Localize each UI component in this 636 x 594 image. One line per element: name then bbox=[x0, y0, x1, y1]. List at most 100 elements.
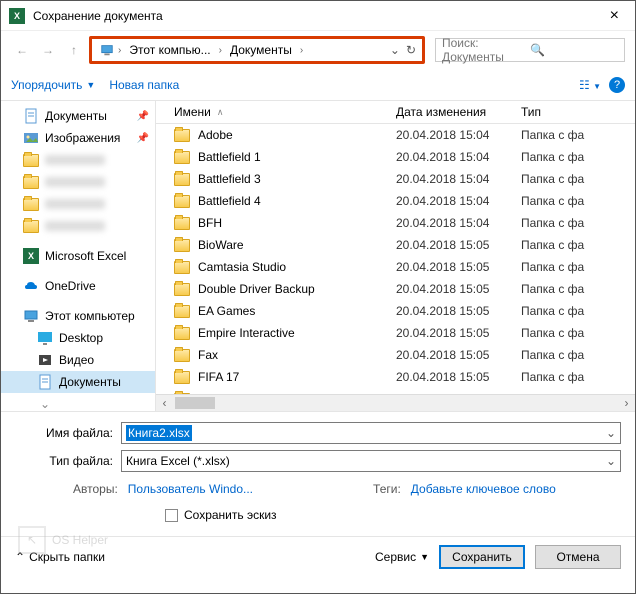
pc-icon bbox=[23, 308, 39, 324]
file-name: BioWare bbox=[198, 238, 244, 252]
scroll-left-icon: ‹ bbox=[156, 395, 173, 411]
chevron-right-icon[interactable]: › bbox=[116, 45, 123, 56]
file-rows[interactable]: Adobe20.04.2018 15:04Папка с фаBattlefie… bbox=[156, 124, 635, 394]
save-button[interactable]: Сохранить bbox=[439, 545, 525, 569]
forward-icon[interactable]: → bbox=[37, 39, 59, 61]
refresh-icon[interactable]: ↻ bbox=[406, 43, 416, 57]
sidebar-item[interactable]: Изображения📌 bbox=[1, 127, 155, 149]
sidebar-item[interactable]: Видео bbox=[1, 349, 155, 371]
sidebar-item[interactable]: OneDrive bbox=[1, 275, 155, 297]
table-row[interactable]: FIFA 1720.04.2018 15:05Папка с фа bbox=[156, 366, 635, 388]
tags-label: Теги: bbox=[373, 482, 401, 496]
file-name: Battlefield 4 bbox=[198, 194, 261, 208]
file-date: 20.04.2018 15:04 bbox=[396, 172, 521, 186]
file-list: Имени∧ Дата изменения Тип Adobe 20.04.201… bbox=[156, 101, 635, 411]
breadcrumb-item[interactable]: Документы bbox=[226, 41, 296, 59]
save-thumbnail-checkbox[interactable] bbox=[165, 509, 178, 522]
sidebar-item[interactable] bbox=[1, 215, 155, 237]
folder-icon bbox=[23, 196, 39, 212]
sidebar-item[interactable] bbox=[1, 149, 155, 171]
table-row[interactable]: Battlefield 420.04.2018 15:04Папка с фа bbox=[156, 190, 635, 212]
chevron-down-icon: ▼ bbox=[420, 552, 429, 562]
tools-button[interactable]: Сервис ▼ bbox=[375, 550, 429, 564]
breadcrumb[interactable]: › Этот компью... › Документы › bbox=[96, 41, 390, 59]
file-name: Adobe bbox=[198, 128, 233, 142]
filename-label: Имя файла: bbox=[15, 426, 121, 440]
column-type[interactable]: Тип bbox=[521, 105, 635, 119]
chevron-right-icon[interactable]: › bbox=[298, 45, 305, 56]
table-row[interactable]: Double Driver Backup20.04.2018 15:05Папк… bbox=[156, 278, 635, 300]
chevron-down-icon: ▼ bbox=[86, 80, 95, 90]
search-input[interactable]: Поиск: Документы 🔍 bbox=[435, 38, 625, 62]
new-folder-button[interactable]: Новая папка bbox=[109, 78, 179, 92]
sidebar-item-label: Desktop bbox=[59, 331, 103, 345]
column-name: Имени∧ bbox=[156, 105, 396, 119]
organize-button[interactable]: Упорядочить▼ bbox=[11, 78, 95, 92]
bottom-bar: ⌃Скрыть папки Сервис ▼ Сохранить Отмена bbox=[1, 536, 635, 577]
file-type: Папка с фа bbox=[521, 194, 635, 208]
file-name: EA Games bbox=[198, 304, 255, 318]
sidebar-item[interactable]: XMicrosoft Excel bbox=[1, 245, 155, 267]
filetype-select[interactable]: Книга Excel (*.xlsx)⌄ bbox=[121, 450, 621, 472]
table-row[interactable]: Adobe20.04.2018 15:04Папка с фа bbox=[156, 124, 635, 146]
toolbar: Упорядочить▼ Новая папка ☷ ▼ ? bbox=[1, 69, 635, 101]
sidebar-item-label bbox=[45, 155, 105, 165]
sidebar-item-label: Видео bbox=[59, 353, 94, 367]
folder-icon bbox=[174, 173, 190, 186]
file-type: Папка с фа bbox=[521, 348, 635, 362]
column-headers[interactable]: Имени∧ Дата изменения Тип bbox=[156, 101, 635, 124]
view-mode-icon[interactable]: ☷ ▼ bbox=[579, 78, 601, 92]
dropdown-icon[interactable]: ⌄ bbox=[390, 43, 400, 57]
sidebar-item-label bbox=[45, 199, 105, 209]
file-date: 20.04.2018 15:04 bbox=[396, 128, 521, 142]
folder-icon bbox=[174, 195, 190, 208]
sidebar-item[interactable]: Этот компьютер bbox=[1, 305, 155, 327]
table-row[interactable]: Empire Interactive20.04.2018 15:05Папка … bbox=[156, 322, 635, 344]
table-row[interactable]: BFH20.04.2018 15:04Папка с фа bbox=[156, 212, 635, 234]
filename-input[interactable]: Книга2.xlsx⌄ bbox=[121, 422, 621, 444]
folder-icon bbox=[174, 217, 190, 230]
cancel-button[interactable]: Отмена bbox=[535, 545, 621, 569]
file-date: 20.04.2018 15:05 bbox=[396, 304, 521, 318]
save-thumbnail-label: Сохранить эскиз bbox=[184, 508, 277, 522]
column-date[interactable]: Дата изменения bbox=[396, 105, 521, 119]
file-type: Папка с фа bbox=[521, 304, 635, 318]
chevron-down-icon[interactable]: ⌄ bbox=[606, 454, 616, 468]
scroll-thumb bbox=[175, 397, 215, 409]
help-icon[interactable]: ? bbox=[609, 77, 625, 93]
table-row[interactable]: BioWare 20.04.2018 15:05Папка с фа bbox=[156, 234, 635, 256]
file-date: 20.04.2018 15:05 bbox=[396, 348, 521, 362]
table-row[interactable]: Battlefield 120.04.2018 15:04Папка с фа bbox=[156, 146, 635, 168]
pin-icon: 📌 bbox=[137, 133, 149, 144]
breadcrumb-highlight: › Этот компью... › Документы › ⌄ ↻ bbox=[89, 36, 425, 64]
sidebar-item[interactable]: Desktop bbox=[1, 327, 155, 349]
authors-value[interactable]: Пользователь Windo... bbox=[128, 482, 253, 496]
horizontal-scrollbar[interactable]: ‹ › bbox=[156, 394, 635, 411]
file-type: Папка с фа bbox=[521, 238, 635, 252]
sidebar-item[interactable] bbox=[1, 171, 155, 193]
chevron-down-icon[interactable]: ⌄ bbox=[606, 426, 616, 440]
hide-folders-button[interactable]: ⌃Скрыть папки bbox=[15, 550, 105, 564]
table-row[interactable]: Battlefield 320.04.2018 15:04Папка с фа bbox=[156, 168, 635, 190]
sidebar-item[interactable] bbox=[1, 193, 155, 215]
up-icon[interactable]: ↑ bbox=[63, 39, 85, 61]
table-row[interactable]: Camtasia Studio20.04.2018 15:05Папка с ф… bbox=[156, 256, 635, 278]
file-name: Camtasia Studio bbox=[198, 260, 286, 274]
sidebar-item[interactable]: Документы📌 bbox=[1, 105, 155, 127]
sidebar-item[interactable]: Документы bbox=[1, 371, 155, 393]
back-icon[interactable]: ← bbox=[11, 39, 33, 61]
file-date: 20.04.2018 15:05 bbox=[396, 238, 521, 252]
chevron-right-icon[interactable]: › bbox=[217, 45, 224, 56]
table-row[interactable]: EA Games 20.04.2018 15:05Папка с фа bbox=[156, 300, 635, 322]
address-bar: ← → ↑ › Этот компью... › Документы › ⌄ ↻… bbox=[1, 31, 635, 69]
table-row[interactable]: Fax20.04.2018 15:05Папка с фа bbox=[156, 344, 635, 366]
sidebar[interactable]: Документы📌Изображения📌XMicrosoft ExcelOn… bbox=[1, 101, 156, 411]
folder-icon bbox=[174, 261, 190, 274]
folder-icon bbox=[23, 218, 39, 234]
search-icon[interactable]: 🔍 bbox=[530, 43, 618, 57]
folder-icon bbox=[174, 327, 190, 340]
close-icon[interactable]: × bbox=[602, 7, 627, 25]
breadcrumb-item[interactable]: Этот компью... bbox=[125, 41, 214, 59]
sidebar-item[interactable]: ⌄ bbox=[1, 393, 155, 411]
tags-value[interactable]: Добавьте ключевое слово bbox=[411, 482, 556, 496]
